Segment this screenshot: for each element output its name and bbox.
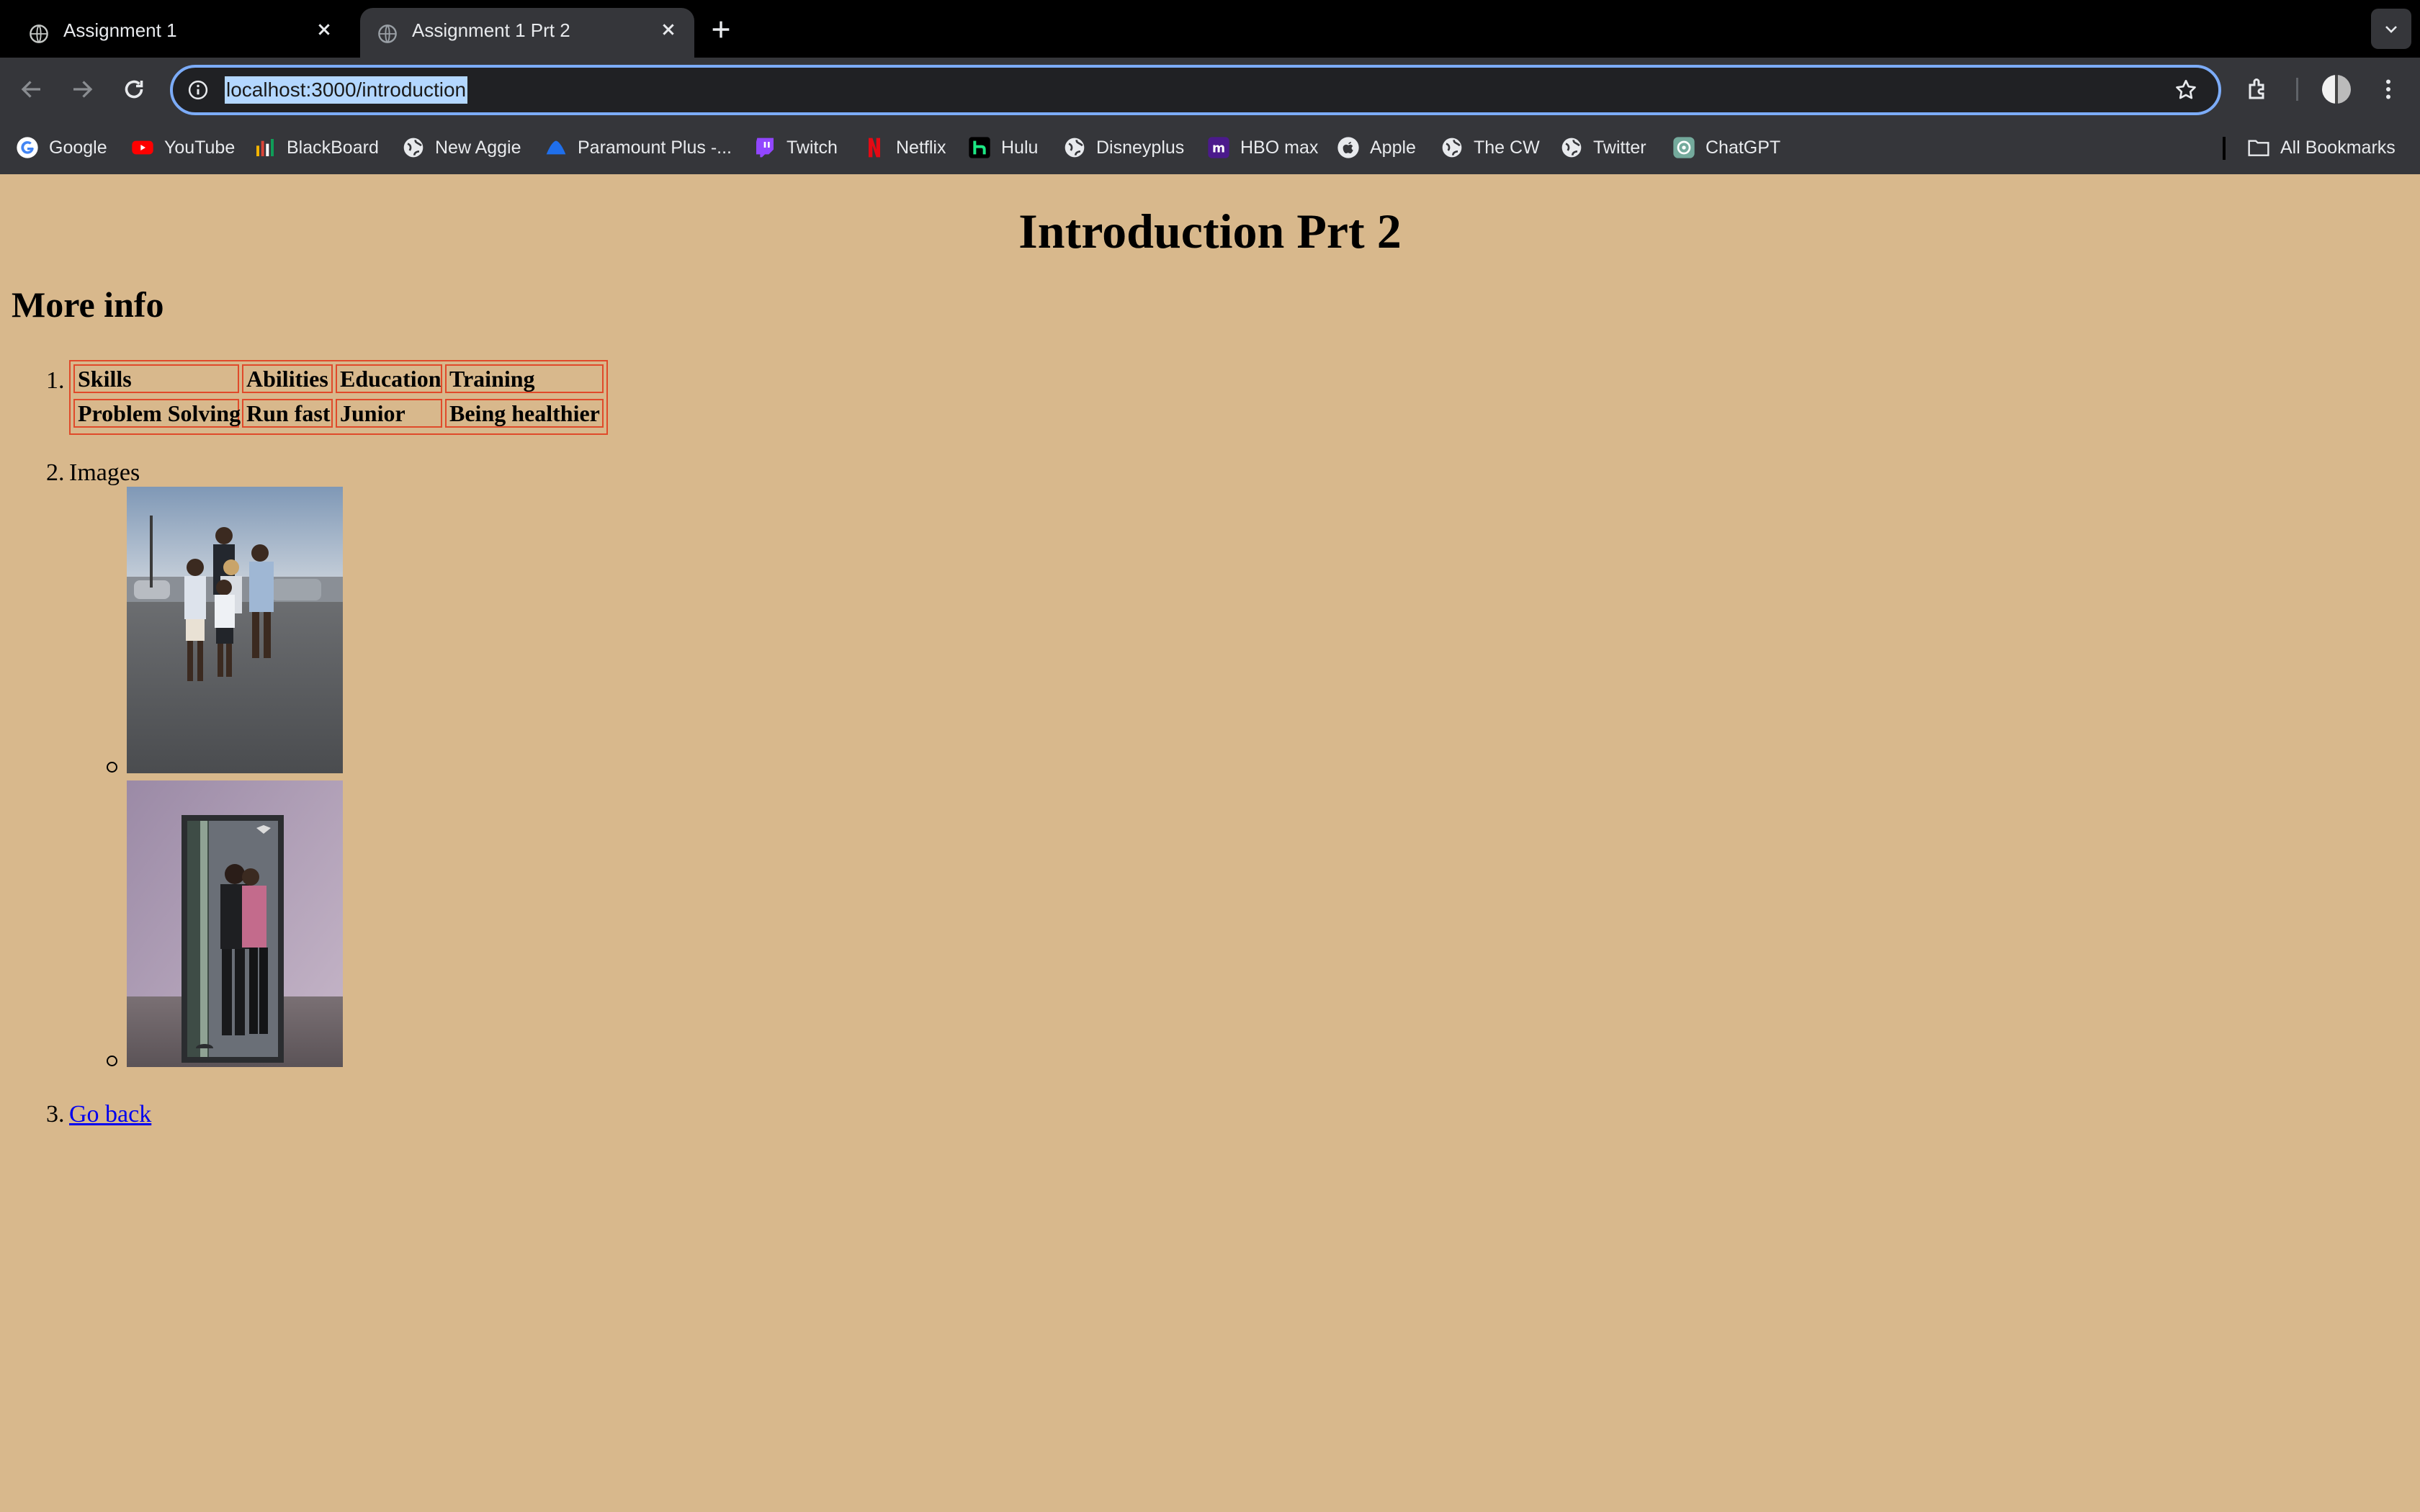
svg-text:m: m bbox=[1212, 142, 1225, 156]
site-info-icon[interactable] bbox=[187, 79, 209, 101]
twitch-icon bbox=[756, 138, 774, 158]
bookmark-netflix[interactable]: Netflix bbox=[863, 131, 946, 164]
bookmark-hulu[interactable]: Hulu bbox=[968, 131, 1038, 164]
bookmark-paramount-plus[interactable]: Paramount Plus -... bbox=[544, 131, 732, 164]
bookmark-disneyplus[interactable]: Disneyplus bbox=[1063, 131, 1184, 164]
list-bullet bbox=[107, 762, 117, 773]
list-bullet bbox=[107, 1056, 117, 1066]
globe-icon bbox=[403, 138, 424, 158]
table-header-cell: Abilities bbox=[242, 364, 333, 393]
chatgpt-icon bbox=[1673, 137, 1695, 158]
bookmark-label: Hulu bbox=[1001, 137, 1039, 158]
list-marker: 1. bbox=[46, 367, 65, 394]
page-content: Introduction Prt 2 More info 1. Skills A… bbox=[0, 174, 2420, 1512]
go-back-link[interactable]: Go back bbox=[69, 1101, 151, 1128]
forward-icon[interactable] bbox=[69, 76, 95, 102]
table-cell: Junior bbox=[336, 399, 442, 428]
extensions-icon[interactable] bbox=[2246, 76, 2272, 102]
bookmark-label: Google bbox=[49, 137, 107, 158]
profile-avatar[interactable] bbox=[2322, 75, 2351, 104]
chevron-down-icon bbox=[2385, 26, 2397, 33]
tab-assignment-1-prt-2[interactable]: Assignment 1 Prt 2 bbox=[360, 8, 694, 58]
bookmark-twitch[interactable]: Twitch bbox=[753, 131, 838, 164]
list-marker: 3. bbox=[46, 1101, 65, 1128]
folder-icon bbox=[2248, 140, 2269, 156]
bookmark-label: Twitch bbox=[786, 137, 838, 158]
browser-chrome: Assignment 1 Assignment 1 Prt 2 localhos… bbox=[0, 0, 2420, 174]
more-menu-icon[interactable] bbox=[2375, 76, 2401, 102]
close-icon[interactable] bbox=[657, 18, 680, 41]
table-header-cell: Skills bbox=[73, 364, 239, 393]
bookmark-youtube[interactable]: YouTube bbox=[131, 131, 235, 164]
tab-search-button[interactable] bbox=[2371, 9, 2411, 49]
bookmark-blackboard[interactable]: BlackBoard bbox=[254, 131, 379, 164]
globe-icon bbox=[378, 24, 397, 43]
bookmark-label: Twitter bbox=[1593, 137, 1646, 158]
bookmark-twitter[interactable]: Twitter bbox=[1560, 131, 1646, 164]
table-cell: Problem Solving bbox=[73, 399, 241, 428]
bookmark-hbo-max[interactable]: m HBO max bbox=[1207, 131, 1318, 164]
bookmark-label: HBO max bbox=[1240, 137, 1319, 158]
bookmark-star-icon[interactable] bbox=[2174, 78, 2198, 102]
youtube-icon bbox=[132, 140, 153, 155]
family-photo bbox=[127, 487, 343, 773]
images-label: Images bbox=[69, 459, 140, 486]
tab-assignment-1[interactable]: Assignment 1 bbox=[12, 8, 350, 58]
bookmark-label: The CW bbox=[1474, 137, 1540, 158]
url-text[interactable]: localhost:3000/introduction bbox=[225, 76, 468, 104]
bookmarks-bar: Google YouTube BlackBoard New Aggie Para… bbox=[0, 131, 2420, 164]
all-bookmarks-label: All Bookmarks bbox=[2280, 137, 2396, 158]
table-cell: Being healthier bbox=[445, 399, 604, 428]
table-cell: Run fast bbox=[242, 399, 333, 428]
globe-icon bbox=[30, 24, 48, 43]
address-bar[interactable]: localhost:3000/introduction bbox=[170, 65, 2221, 115]
globe-icon bbox=[1561, 138, 1582, 158]
hbo-icon: m bbox=[1208, 137, 1229, 158]
bookmark-apple[interactable]: Apple bbox=[1337, 131, 1416, 164]
all-bookmarks-button[interactable]: All Bookmarks bbox=[2247, 131, 2396, 164]
bookmark-label: BlackBoard bbox=[287, 137, 379, 158]
bookmark-label: New Aggie bbox=[435, 137, 521, 158]
bookmark-label: Disneyplus bbox=[1096, 137, 1185, 158]
globe-icon bbox=[1442, 138, 1462, 158]
bookmark-label: Netflix bbox=[896, 137, 946, 158]
tab-title: Assignment 1 bbox=[63, 19, 177, 41]
hulu-icon bbox=[969, 137, 990, 158]
back-icon[interactable] bbox=[19, 76, 45, 102]
bookmark-chatgpt[interactable]: ChatGPT bbox=[1672, 131, 1780, 164]
table-header-cell: Education bbox=[336, 364, 442, 393]
globe-icon bbox=[1065, 138, 1085, 158]
bookmark-new-aggie[interactable]: New Aggie bbox=[402, 131, 521, 164]
tab-title: Assignment 1 Prt 2 bbox=[412, 19, 570, 41]
tab-strip: Assignment 1 Assignment 1 Prt 2 bbox=[0, 0, 2420, 58]
table-header-cell: Training bbox=[445, 364, 604, 393]
bookmark-label: Paramount Plus -... bbox=[578, 137, 732, 158]
toolbar-divider bbox=[2296, 78, 2298, 101]
paramount-icon bbox=[546, 140, 566, 155]
section-heading: More info bbox=[12, 284, 164, 325]
bookmark-the-cw[interactable]: The CW bbox=[1440, 131, 1540, 164]
page-title: Introduction Prt 2 bbox=[1018, 204, 1402, 258]
apple-icon bbox=[1337, 137, 1359, 158]
bookmarks-divider bbox=[2223, 137, 2226, 160]
google-icon bbox=[17, 137, 38, 158]
blackboard-icon bbox=[256, 139, 274, 156]
netflix-icon bbox=[869, 138, 880, 158]
bookmark-label: YouTube bbox=[164, 137, 236, 158]
bookmark-google[interactable]: Google bbox=[16, 131, 107, 164]
list-marker: 2. bbox=[46, 459, 65, 486]
reload-icon[interactable] bbox=[121, 76, 147, 102]
new-tab-icon[interactable] bbox=[709, 17, 733, 42]
bookmark-label: Apple bbox=[1370, 137, 1416, 158]
mirror-selfie-photo bbox=[127, 780, 343, 1067]
bookmark-label: ChatGPT bbox=[1706, 137, 1781, 158]
close-icon[interactable] bbox=[313, 18, 336, 41]
info-table: Skills Abilities Education Training Prob… bbox=[69, 360, 608, 435]
